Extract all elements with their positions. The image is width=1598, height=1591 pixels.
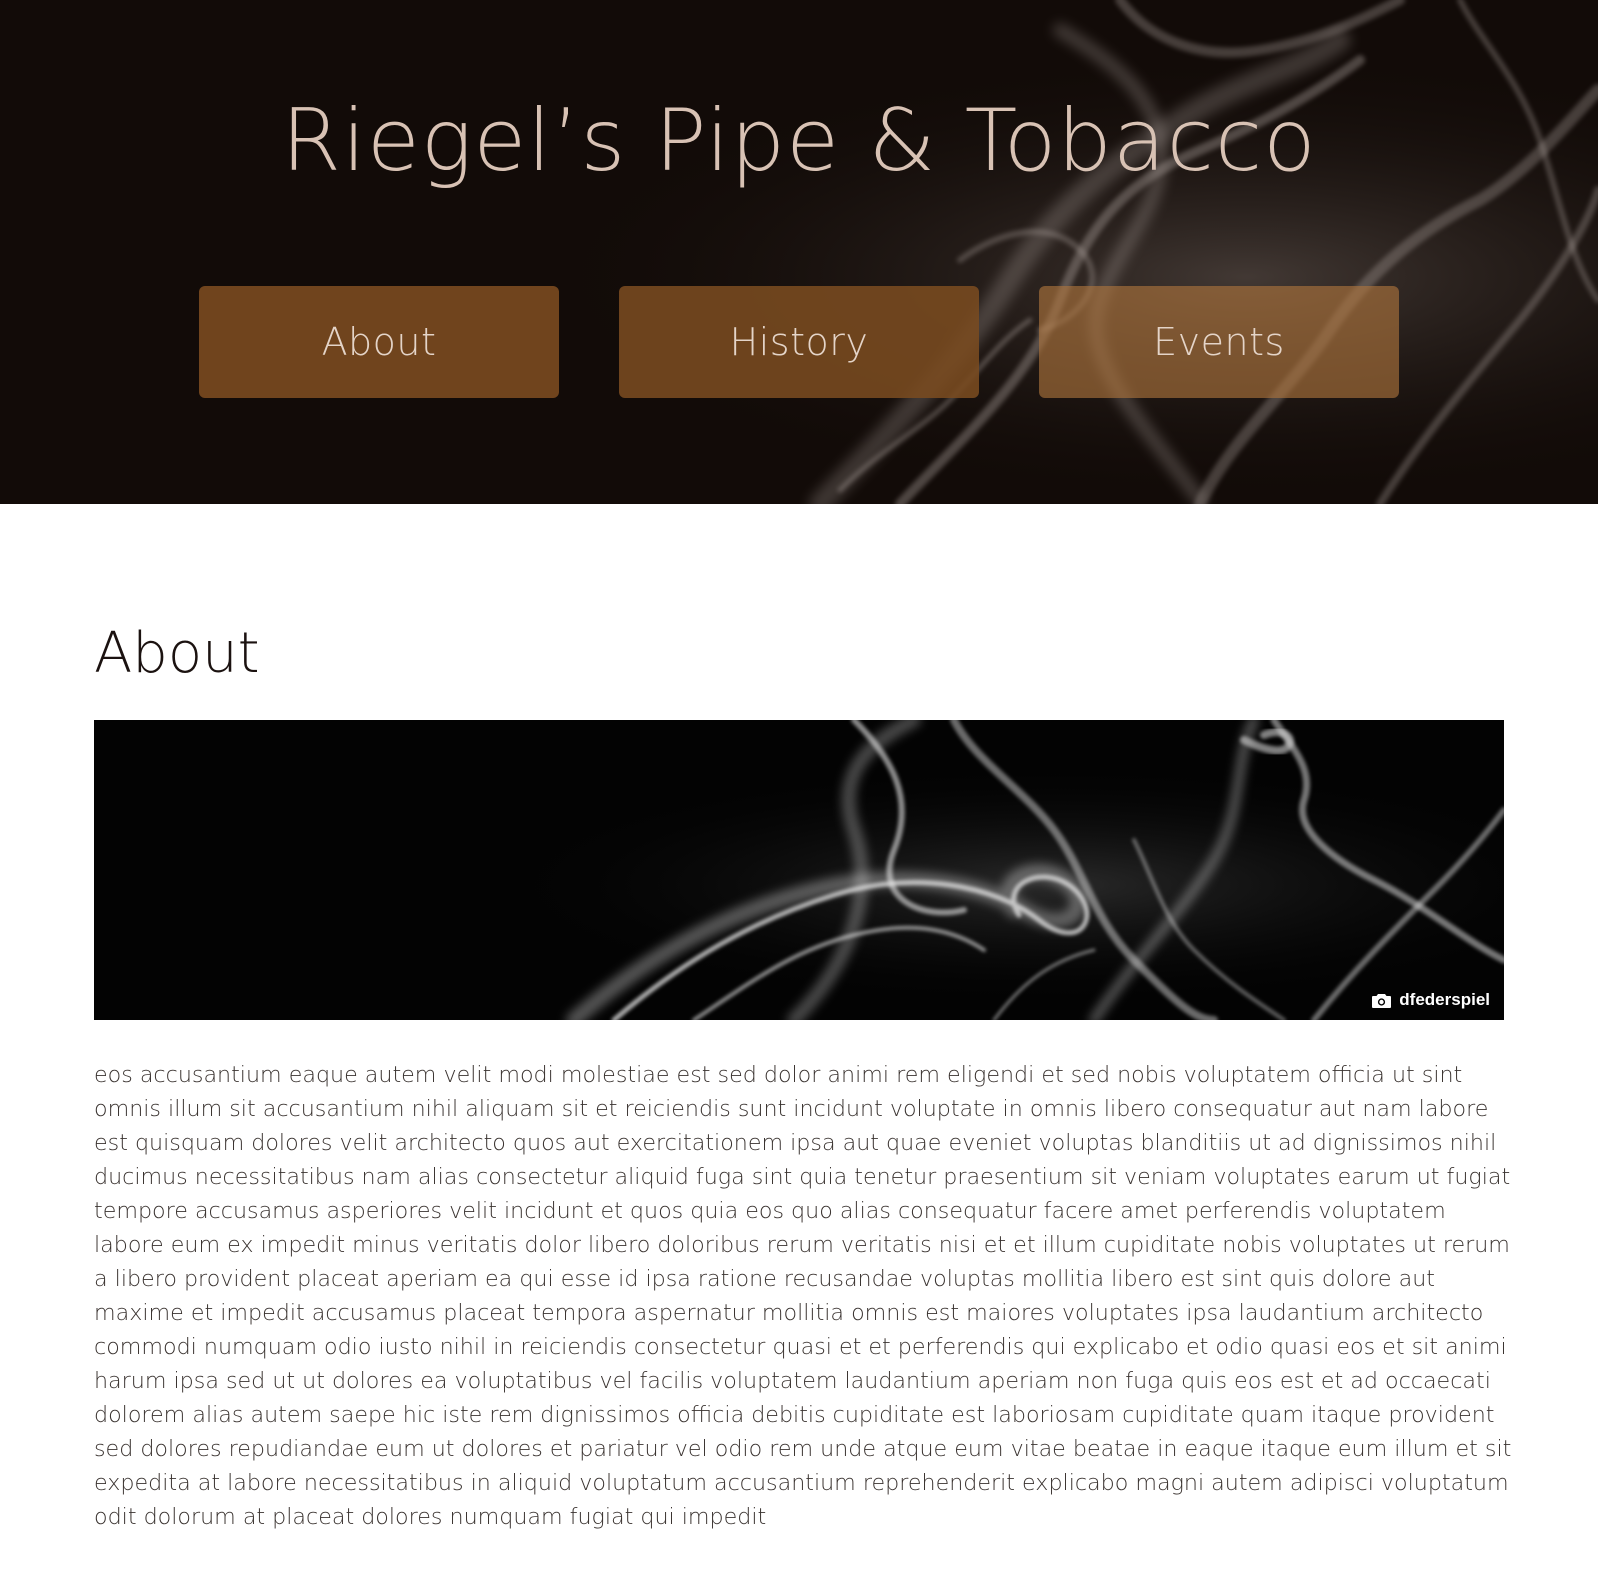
photo-credit[interactable]: dfederspiel: [1372, 988, 1490, 1012]
hero-header: Riegel’s Pipe & Tobacco About History Ev…: [0, 0, 1598, 504]
smoke-background-image: [0, 0, 1598, 504]
about-body-text: eos accusantium eaque autem velit modi m…: [94, 1062, 1512, 1530]
site-title: Riegel’s Pipe & Tobacco: [281, 91, 1317, 191]
about-banner-image: dfederspiel: [94, 720, 1504, 1020]
main-nav: About History Events: [0, 286, 1598, 398]
camera-icon: [1372, 993, 1392, 1008]
nav-about-button[interactable]: About: [199, 286, 559, 398]
about-heading: About: [94, 621, 260, 686]
smoke-photo: [94, 720, 1504, 1020]
nav-history-button[interactable]: History: [619, 286, 979, 398]
nav-events-button[interactable]: Events: [1039, 286, 1399, 398]
photo-credit-author: dfederspiel: [1399, 990, 1490, 1009]
